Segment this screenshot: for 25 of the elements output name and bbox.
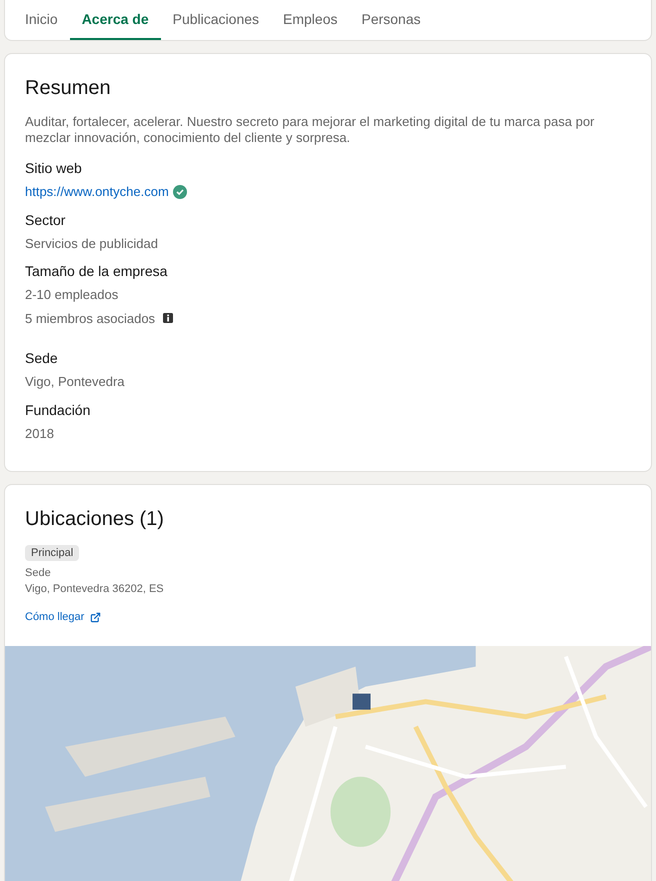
section-title: Resumen [25,76,112,101]
tab[interactable]: Empleos [271,0,350,40]
primary-badge: Principal [25,545,80,561]
external-link-icon [90,612,102,623]
field-value: 5 miembros asociados [25,310,156,328]
tab[interactable]: Acerca de [70,0,161,40]
info-icon[interactable] [163,313,174,324]
field-value: 2-10 empleados [25,286,120,304]
field-label: Sede [25,349,59,368]
field-value: 2018 [25,424,55,442]
directions-link[interactable]: Cómo llegar [25,609,102,626]
tab[interactable]: Publicaciones [160,0,272,40]
field-label: Sector [25,210,66,230]
field-label: Fundación [25,400,92,420]
tab[interactable]: Personas [349,0,433,40]
location-name: Sede [25,566,51,581]
field-label: Sitio web [25,159,83,178]
field-value: Vigo, Pontevedra [25,373,126,391]
section-title: Ubicaciones (1) [25,507,165,532]
field-label: Tamaño de la empresa [25,262,168,281]
description: Auditar, fortalecer, acelerar. Nuestro secreto para mejorar el marketing digital de tu marca pasa por mezclar innovación, conocimiento del cliente y sorpresa. [25,114,596,146]
tab[interactable]: Inicio [13,0,70,40]
website-link[interactable]: https://www.ontyche.com [25,182,169,202]
field-value: Servicios de publicidad [25,234,159,253]
location-address: Vigo, Pontevedra 36202, ES [25,582,164,597]
